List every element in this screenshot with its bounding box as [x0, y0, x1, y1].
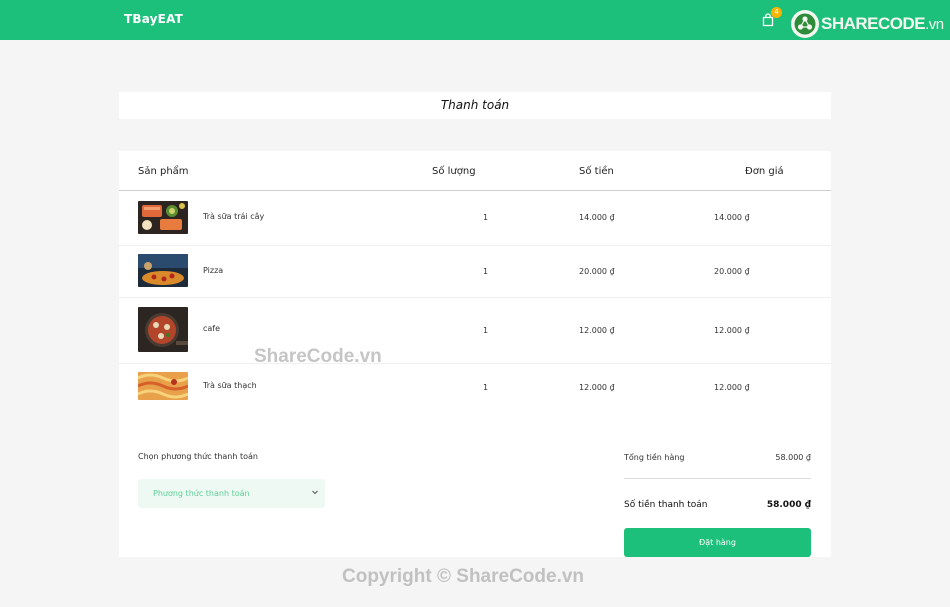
pan-dish-photo [138, 307, 188, 352]
sharecode-logo-text: SHARECODE.vn [821, 14, 944, 33]
subtotal-value: 58.000 ₫ [775, 453, 811, 462]
payment-method-placeholder: Phương thức thanh toán [153, 489, 250, 498]
amount-value: 12.000 ₫ [579, 383, 615, 392]
place-order-button[interactable]: Đặt hàng [624, 528, 811, 557]
product-name[interactable]: Trà sữa trái cây [203, 212, 264, 221]
pasta-photo [138, 372, 188, 400]
amount-value: 12.000 ₫ [579, 326, 615, 335]
column-header-product: Sản phẩm [138, 166, 189, 177]
quantity-value: 1 [483, 267, 489, 276]
checkout-footer: Chọn phương thức thanh toán Phương thức … [119, 411, 831, 557]
payment-method-label: Chọn phương thức thanh toán [138, 452, 258, 461]
total-value: 58.000 ₫ [766, 500, 811, 510]
table-row: Pizza 1 20.000 ₫ 20.000 ₫ [119, 246, 831, 298]
table-row: Trà sữa trái cây 1 14.000 ₫ 14.000 ₫ [119, 192, 831, 246]
product-name[interactable]: cafe [203, 324, 220, 333]
unit-price-value: 14.000 ₫ [714, 213, 750, 222]
table-row: Trà sữa thạch 1 12.000 ₫ 12.000 ₫ [119, 364, 831, 411]
cart-table: Sản phẩm Số lượng Số tiền Đơn giá Trà sữ… [119, 151, 831, 411]
table-row: cafe 1 12.000 ₫ 12.000 ₫ [119, 298, 831, 364]
top-navbar: TBayEAT 4 SHARECODE.vn [0, 0, 950, 40]
total-label: Số tiền thanh toán [624, 500, 708, 510]
amount-value: 20.000 ₫ [579, 267, 615, 276]
column-header-unit-price: Đơn giá [745, 166, 784, 177]
table-header: Sản phẩm Số lượng Số tiền Đơn giá [119, 151, 831, 191]
payment-method-select[interactable]: Phương thức thanh toán [138, 479, 325, 508]
quantity-value: 1 [483, 383, 489, 392]
unit-price-value: 20.000 ₫ [714, 267, 750, 276]
sharecode-watermark-logo: SHARECODE.vn [790, 9, 948, 39]
page-title: Thanh toán [440, 98, 510, 112]
app-logo[interactable]: TBayEAT [124, 12, 183, 26]
cart-count-badge: 4 [771, 7, 782, 18]
quantity-value: 1 [483, 213, 489, 222]
sharecode-logo-icon [791, 10, 819, 38]
unit-price-value: 12.000 ₫ [714, 326, 750, 335]
amount-value: 14.000 ₫ [579, 213, 615, 222]
chevron-down-icon [312, 490, 318, 495]
copyright-watermark: Copyright © ShareCode.vn [342, 566, 585, 587]
center-watermark: ShareCode.vn [254, 346, 382, 367]
column-header-amount: Số tiền [579, 166, 614, 177]
salmon-dish-photo [138, 201, 188, 234]
summary-divider [624, 478, 811, 479]
column-header-quantity: Số lượng [432, 166, 476, 177]
unit-price-value: 12.000 ₫ [714, 383, 750, 392]
pizza-photo [138, 254, 188, 287]
subtotal-label: Tổng tiền hàng [624, 453, 685, 462]
product-name[interactable]: Pizza [203, 266, 223, 275]
page-title-card: Thanh toán [119, 92, 831, 119]
quantity-value: 1 [483, 326, 489, 335]
product-name[interactable]: Trà sữa thạch [203, 381, 257, 390]
